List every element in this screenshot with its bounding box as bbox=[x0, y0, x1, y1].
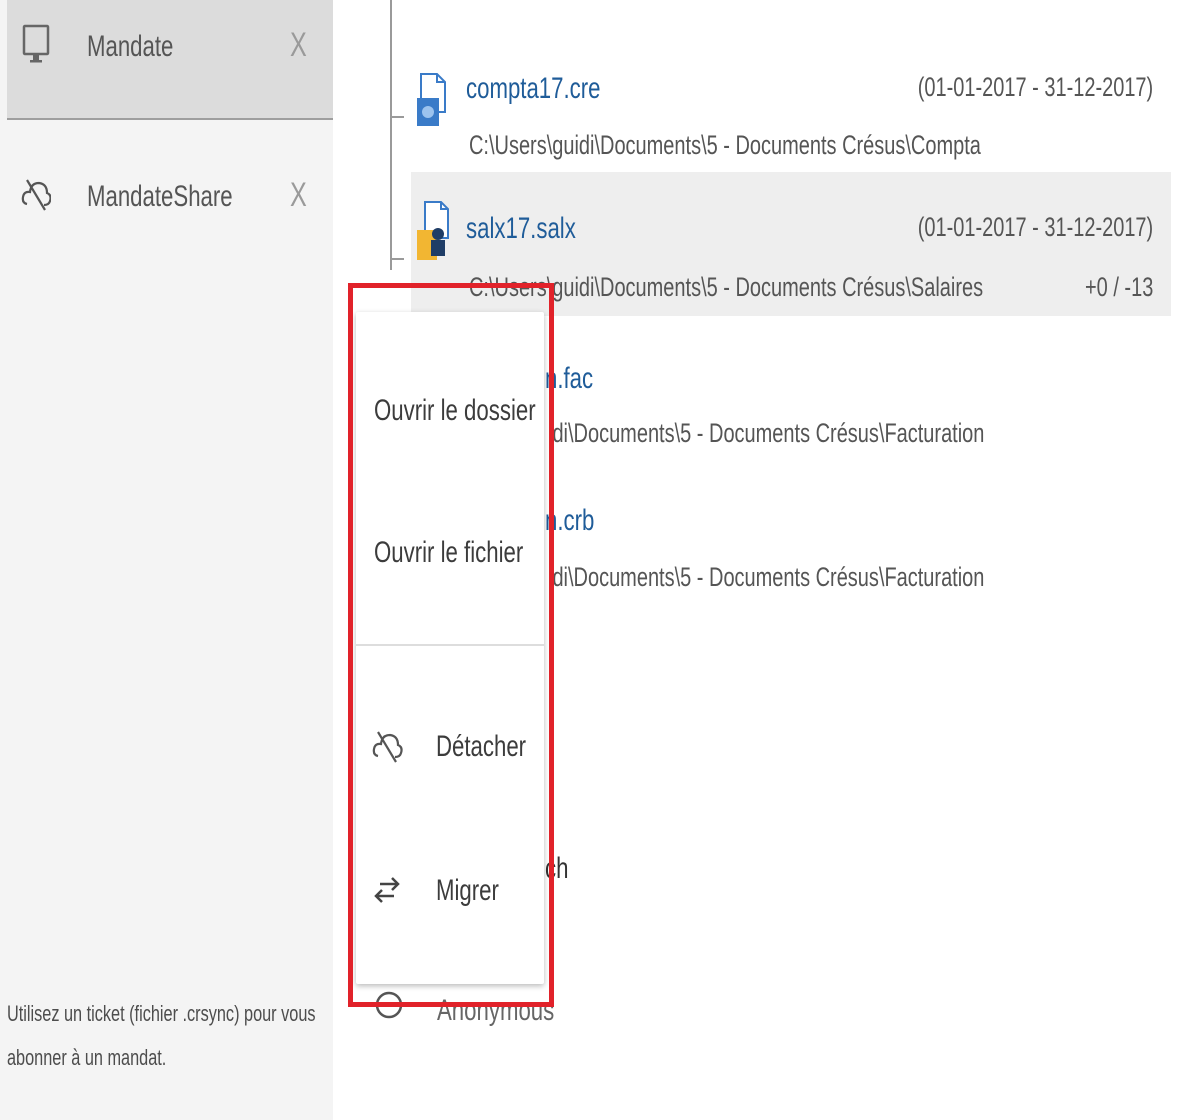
file-path: idi\Documents\5 - Documents Crésus\Factu… bbox=[548, 418, 985, 448]
swap-arrows-icon bbox=[374, 877, 400, 903]
menu-item-detach[interactable]: Détacher bbox=[356, 696, 544, 796]
menu-item-migrate[interactable]: Migrer bbox=[356, 840, 544, 940]
cloud-off-icon bbox=[372, 731, 403, 763]
compta-file-icon bbox=[417, 73, 446, 126]
file-dates: (01-01-2017 - 31-12-2017) bbox=[917, 212, 1153, 242]
sidebar-item-label: Mandate bbox=[87, 30, 174, 63]
menu-item-label: Détacher bbox=[436, 730, 527, 763]
context-menu: Ouvrir le dossier Ouvrir le fichier Déta… bbox=[356, 312, 544, 984]
close-mandateshare-button[interactable]: X bbox=[290, 176, 313, 215]
menu-item-label: Ouvrir le fichier bbox=[374, 536, 524, 569]
close-mandate-button[interactable]: X bbox=[290, 26, 313, 65]
tree-branch bbox=[390, 116, 404, 118]
file-path: C:\Users\guidi\Documents\5 - Documents C… bbox=[469, 130, 981, 160]
cloud-off-icon bbox=[21, 179, 51, 211]
user-icon bbox=[375, 991, 403, 1019]
subscribe-hint: Utilisez un ticket (fichier .crsync) pou… bbox=[7, 1001, 316, 1070]
menu-item-open-folder[interactable]: Ouvrir le dossier bbox=[356, 360, 544, 460]
file-row-salaires[interactable]: salx17.salx C:\Users\guidi\Documents\5 -… bbox=[411, 172, 1171, 316]
sidebar-item-label: MandateShare bbox=[87, 180, 233, 213]
sidebar: Mandate X MandateShare X Utilisez un tic… bbox=[0, 0, 333, 1120]
file-path: idi\Documents\5 - Documents Crésus\Factu… bbox=[548, 562, 985, 592]
monitor-icon bbox=[22, 24, 50, 63]
tree-branch bbox=[390, 258, 404, 260]
menu-divider bbox=[356, 644, 544, 646]
partial-label: Anonymous bbox=[437, 994, 555, 1027]
sidebar-item-mandateshare[interactable]: MandateShare X bbox=[7, 160, 333, 236]
file-dates: (01-01-2017 - 31-12-2017) bbox=[917, 72, 1153, 102]
file-name[interactable]: salx17.salx bbox=[466, 212, 576, 246]
menu-item-open-file[interactable]: Ouvrir le fichier bbox=[356, 502, 544, 602]
salaires-file-icon bbox=[417, 201, 449, 260]
partial-label: ch bbox=[545, 852, 569, 885]
file-name[interactable]: compta17.cre bbox=[466, 72, 601, 106]
menu-item-label: Ouvrir le dossier bbox=[374, 394, 536, 427]
tree-connector bbox=[390, 0, 392, 270]
file-path: C:\Users\guidi\Documents\5 - Documents C… bbox=[469, 272, 984, 302]
sidebar-item-mandate[interactable]: Mandate X bbox=[7, 0, 333, 120]
file-name[interactable]: n.fac bbox=[545, 362, 593, 396]
file-name[interactable]: n.crb bbox=[545, 504, 594, 538]
sync-count: +0 / -13 bbox=[1084, 272, 1153, 302]
menu-item-label: Migrer bbox=[436, 874, 499, 907]
file-row-compta[interactable]: compta17.cre C:\Users\guidi\Documents\5 … bbox=[411, 44, 1171, 188]
